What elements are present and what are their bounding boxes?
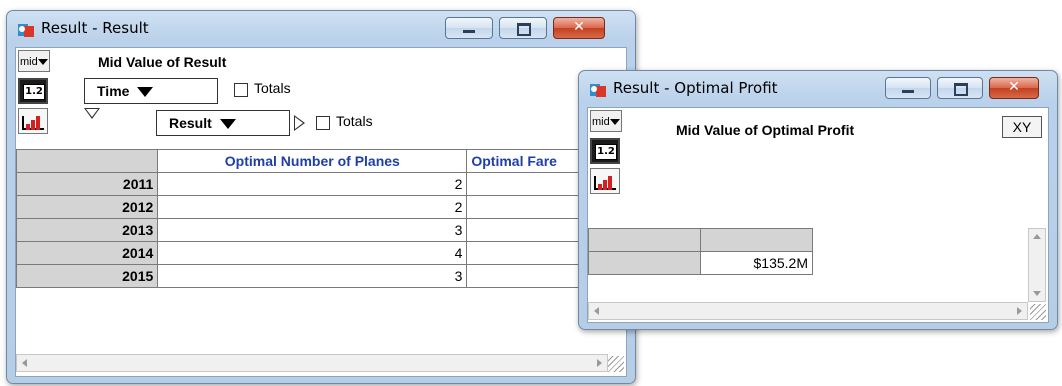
table-header-row xyxy=(588,228,813,252)
horizontal-scrollbar[interactable] xyxy=(16,354,608,372)
mid-label: mid xyxy=(592,116,610,128)
totals-checkbox-time[interactable] xyxy=(234,83,248,97)
result-client-area: mid 1.2 Mid Value of Result Time Totals … xyxy=(15,47,635,377)
window-title: Result - Result xyxy=(41,19,149,37)
totals-label-result: Totals xyxy=(336,113,373,129)
time-index-dropdown[interactable]: Time xyxy=(84,78,218,104)
title-bar[interactable]: Result - Result ✕ xyxy=(7,11,635,47)
optimal-profit-table: $135.2M xyxy=(588,228,813,275)
uncertainty-mode-dropdown[interactable]: mid xyxy=(590,110,622,132)
table-1.2-icon: 1.2 xyxy=(595,144,617,160)
dropdown-arrow-icon xyxy=(609,119,620,126)
column-pivot-icon[interactable] xyxy=(294,115,305,131)
scroll-up-icon[interactable] xyxy=(1033,234,1041,239)
table-row: 2011 2 223.1 xyxy=(15,172,635,196)
table-cell[interactable]: 3 xyxy=(157,218,468,242)
maximize-button[interactable] xyxy=(499,17,547,39)
close-icon: ✕ xyxy=(573,19,585,35)
row-header: 2013 xyxy=(15,218,159,242)
table-row: 2013 3 207.7 xyxy=(15,218,635,242)
close-button[interactable]: ✕ xyxy=(989,77,1039,99)
table-header-row: Optimal Number of Planes Optimal Fare xyxy=(15,149,635,173)
scroll-left-icon[interactable] xyxy=(594,307,599,315)
result-table: Optimal Number of Planes Optimal Fare 20… xyxy=(15,149,635,288)
corner-cell xyxy=(588,228,701,252)
table-cell[interactable]: 2 xyxy=(157,172,468,196)
table-cell[interactable]: 4 xyxy=(157,241,468,265)
optimal-profit-window[interactable]: Result - Optimal Profit ✕ mid 1.2 Mid Va… xyxy=(578,70,1058,330)
corner-cell xyxy=(15,149,159,173)
xy-label: XY xyxy=(1012,119,1032,135)
result-index-dropdown[interactable]: Result xyxy=(156,110,290,136)
row-header: 2011 xyxy=(15,172,159,196)
column-header xyxy=(700,228,813,252)
minimize-button[interactable] xyxy=(445,17,493,39)
column-header[interactable]: Optimal Number of Planes xyxy=(157,149,468,173)
table-view-button[interactable]: 1.2 xyxy=(18,78,48,104)
table-cell[interactable]: $135.2M xyxy=(700,251,813,275)
row-header: 2014 xyxy=(15,241,159,265)
minimize-icon xyxy=(463,30,475,33)
maximize-icon xyxy=(954,83,968,96)
time-dropdown-label: Time xyxy=(97,83,130,99)
resize-grip-icon[interactable] xyxy=(608,356,624,372)
table-row: 2012 2 230.3 xyxy=(15,195,635,219)
result-dropdown-label: Result xyxy=(169,115,212,131)
optimal-profit-client-area: mid 1.2 Mid Value of Optimal Profit XY $… xyxy=(587,107,1049,323)
row-header: 2015 xyxy=(15,264,159,288)
horizontal-scrollbar[interactable] xyxy=(588,302,1028,320)
result-window[interactable]: Result - Result ✕ mid 1.2 Mid Value of R… xyxy=(6,10,636,384)
vertical-scrollbar[interactable] xyxy=(1028,228,1046,302)
analytica-app-icon xyxy=(590,84,606,97)
xy-button[interactable]: XY xyxy=(1002,116,1042,138)
maximize-icon xyxy=(517,23,531,36)
uncertainty-mode-dropdown[interactable]: mid xyxy=(18,50,50,72)
table-row: $135.2M xyxy=(588,251,813,275)
resize-grip-icon[interactable] xyxy=(1030,304,1046,320)
title-bar[interactable]: Result - Optimal Profit ✕ xyxy=(579,71,1057,107)
row-pivot-icon[interactable] xyxy=(84,108,100,119)
close-icon: ✕ xyxy=(1008,79,1020,95)
minimize-button[interactable] xyxy=(885,77,931,99)
dropdown-arrow-icon xyxy=(137,87,154,98)
scroll-left-icon[interactable] xyxy=(22,359,27,367)
table-cell[interactable]: 2 xyxy=(157,195,468,219)
table-row: 2014 4 194.8 xyxy=(15,241,635,265)
table-1.2-icon: 1.2 xyxy=(23,84,45,100)
totals-checkbox-result[interactable] xyxy=(316,116,330,130)
close-button[interactable]: ✕ xyxy=(553,17,605,39)
optimal-profit-heading: Mid Value of Optimal Profit xyxy=(676,122,855,138)
window-title: Result - Optimal Profit xyxy=(613,79,778,97)
scroll-right-icon[interactable] xyxy=(597,359,602,367)
totals-label-time: Totals xyxy=(254,80,291,96)
dropdown-arrow-icon xyxy=(37,59,48,66)
graph-view-button[interactable] xyxy=(590,168,620,194)
table-row: 2015 3 221.3 xyxy=(15,264,635,288)
analytica-app-icon xyxy=(18,24,34,37)
table-view-button[interactable]: 1.2 xyxy=(590,138,620,164)
graph-view-button[interactable] xyxy=(18,108,48,134)
mid-label: mid xyxy=(20,56,38,68)
row-header xyxy=(588,251,701,275)
scroll-down-icon[interactable] xyxy=(1033,291,1041,296)
table-cell[interactable]: 3 xyxy=(157,264,468,288)
maximize-button[interactable] xyxy=(937,77,983,99)
result-heading: Mid Value of Result xyxy=(98,54,227,70)
scroll-right-icon[interactable] xyxy=(1017,307,1022,315)
dropdown-arrow-icon xyxy=(219,119,236,130)
row-header: 2012 xyxy=(15,195,159,219)
minimize-icon xyxy=(902,90,914,93)
